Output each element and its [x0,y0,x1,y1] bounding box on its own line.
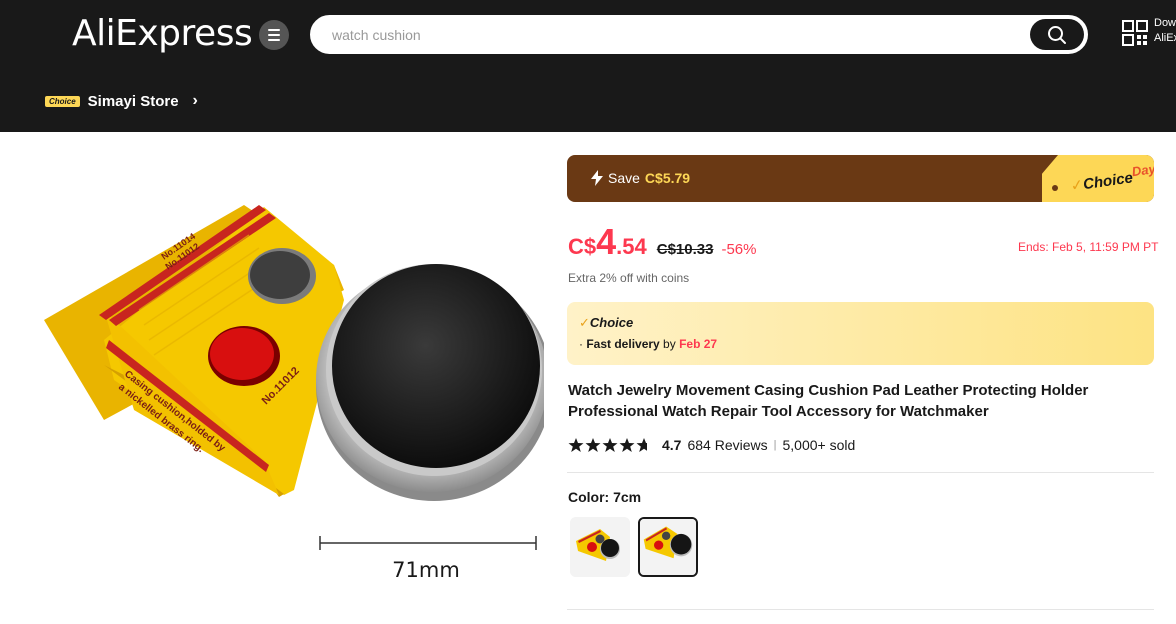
star-icon [585,438,601,452]
fast-delivery-line: · Fast delivery by Feb 27 [579,337,717,351]
color-label: Color: 7cm [568,489,642,505]
choice-badge: Choice [45,95,80,107]
separator: | [773,439,777,451]
swatch-thumbnail [640,519,696,575]
badge-dot [1052,185,1058,191]
save-banner: Save C$5.79 ✓ChoiceDay [567,155,1154,202]
price-row: C$ 4 .54 C$10.33 -56% [568,224,757,260]
price-currency: C$ [568,234,597,259]
divider [567,609,1154,610]
star-half-icon [636,438,652,452]
color-swatch-black[interactable] [638,517,698,577]
save-label: Save [608,170,640,186]
store-name: Simayi Store [87,92,179,110]
save-text: Save C$5.79 [591,170,690,186]
rating-value: 4.7 [662,437,682,453]
delivery-by: by [659,337,680,351]
product-image[interactable]: No.11014 No.11012 Casing cushion,holded … [44,160,544,600]
top-header: AliExpress Dow AliEx Choice Simayi Store… [0,0,1176,132]
lightning-icon [591,170,603,186]
choice-day-day: Day [1130,161,1154,180]
download-app-link[interactable]: Dow AliEx [1154,16,1176,46]
qr-code-icon[interactable] [1122,20,1148,46]
swatch-thumbnail [570,517,630,577]
search-button[interactable] [1030,19,1084,50]
product-title: Watch Jewelry Movement Casing Cushion Pa… [568,382,1089,420]
download-line-1: Dow [1154,17,1176,29]
search-bar [310,15,1088,54]
menu-icon[interactable] [259,20,289,50]
star-icon [619,438,635,452]
price-decimal: .54 [616,234,647,259]
choice-day-choice: Choice [1082,169,1134,194]
aliexpress-logo[interactable]: AliExpress [72,13,253,54]
divider [567,472,1154,473]
sale-ends-text: Ends: Feb 5, 11:59 PM PT [1018,240,1159,254]
star-icon [602,438,618,452]
save-amount: C$5.79 [644,170,691,186]
reviews-count[interactable]: 684 Reviews [687,437,767,453]
choice-day-text: ✓ChoiceDay [1069,161,1154,195]
choice-benefits-box[interactable]: ✓Choice · Fast delivery by Feb 27 [567,302,1154,365]
sold-count: 5,000+ sold [782,437,856,453]
color-swatch-yellow[interactable] [570,517,630,577]
delivery-label: Fast delivery [586,337,660,351]
search-input[interactable] [332,17,1022,52]
rating-row[interactable]: 4.7 684 Reviews | 5,000+ sold [568,437,855,453]
rating-stars [568,437,652,453]
check-icon: ✓ [579,315,590,330]
download-line-2: AliEx [1154,32,1176,44]
choice-day-badge: ✓ChoiceDay [1042,155,1154,202]
choice-title: ✓Choice [579,315,633,331]
search-icon [1048,25,1066,44]
chevron-right-icon: › [192,92,198,109]
store-link[interactable]: Choice Simayi Store › [45,90,198,112]
discount-percent: -56% [721,241,757,258]
price-integer: 4 [596,221,617,262]
star-icon [568,438,584,452]
delivery-date: Feb 27 [679,337,718,351]
original-price: C$10.33 [656,241,714,258]
dimension-label: 71mm [392,558,460,582]
coins-discount-text: Extra 2% off with coins [568,271,690,285]
choice-title-text: Choice [589,315,634,330]
